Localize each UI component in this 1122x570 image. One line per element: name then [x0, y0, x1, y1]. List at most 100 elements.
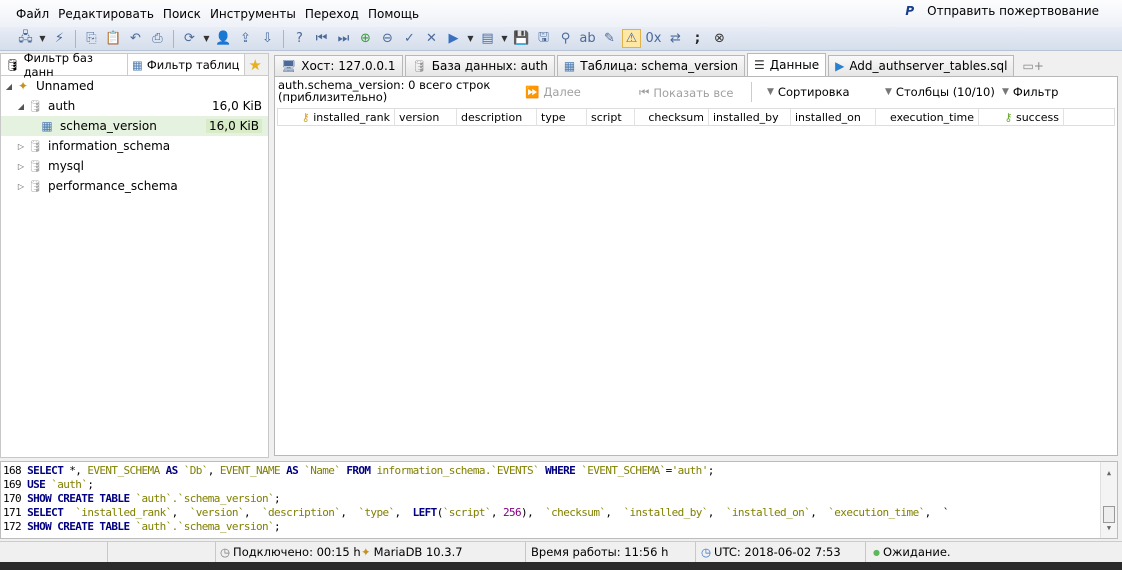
dropdown-arrow-icon[interactable]: ▼	[202, 29, 211, 48]
menu-help[interactable]: Помощь	[368, 7, 419, 21]
tab-query[interactable]: ▶ Add_authserver_tables.sql	[828, 55, 1015, 76]
replace-icon[interactable]: ab	[578, 29, 597, 48]
next-button[interactable]: ⏩ Далее	[525, 85, 581, 99]
edit-icon[interactable]: ✎	[600, 29, 619, 48]
column-header-checksum[interactable]: checksum	[635, 108, 709, 126]
session-manager-icon[interactable]: 🖧	[16, 29, 35, 48]
sql-log[interactable]: 168 SELECT *, EVENT_SCHEMA AS `Db`, EVEN…	[0, 461, 1118, 539]
sql-token: `execution_time`	[828, 506, 925, 519]
help-icon[interactable]: ?	[290, 29, 309, 48]
tab-host[interactable]: 🖥 Хост: 127.0.0.1	[274, 55, 403, 76]
export-icon[interactable]: ⇪	[236, 29, 255, 48]
undo-icon[interactable]: ↶	[126, 29, 145, 48]
copy-icon[interactable]: ⎘	[82, 29, 101, 48]
tree-item-label: performance_schema	[48, 179, 178, 193]
tab-data[interactable]: ☰ Данные	[747, 53, 827, 76]
sql-token: `checksum`	[545, 506, 606, 519]
column-header-success[interactable]: ⚷ success	[979, 108, 1064, 126]
server-icon: ✦	[17, 79, 29, 93]
dropdown-arrow-icon[interactable]: ▼	[500, 29, 509, 48]
column-header-version[interactable]: version	[395, 108, 457, 126]
collapsed-arrow-icon[interactable]: ▷	[15, 142, 27, 151]
menu-bar: Файл Редактировать Поиск Инструменты Пер…	[0, 0, 1122, 27]
run-icon[interactable]: ▶	[444, 29, 463, 48]
delete-row-icon[interactable]: ⊖	[378, 29, 397, 48]
paypal-icon: P	[905, 4, 915, 18]
dropdown-arrow-icon[interactable]: ▼	[38, 29, 47, 48]
column-header-description[interactable]: description	[457, 108, 537, 126]
tree-item-unnamed[interactable]: ◢ ✦ Unnamed	[1, 76, 268, 96]
column-header-installed-rank[interactable]: ⚷ installed_rank	[278, 108, 395, 126]
column-header-type[interactable]: type	[537, 108, 587, 126]
favorites-button[interactable]: ★	[244, 54, 268, 75]
save-icon[interactable]: 💾	[512, 29, 531, 48]
tab-label: База данных: auth	[431, 59, 548, 73]
menu-goto[interactable]: Переход	[305, 7, 359, 21]
log-scrollbar[interactable]: ▲ ▼	[1100, 462, 1117, 538]
column-header-installed-by[interactable]: installed_by	[709, 108, 791, 126]
tree-item-schema-version[interactable]: ▦ schema_version 16,0 KiB	[1, 116, 268, 136]
save-as-icon[interactable]: 🖫	[534, 29, 553, 48]
donate-button[interactable]: P Отправить пожертвование	[905, 4, 1108, 18]
filter-tables-input[interactable]: ▦ Фильтр таблиц	[127, 54, 245, 75]
post-icon[interactable]: ✓	[400, 29, 419, 48]
column-header-installed-on[interactable]: installed_on	[791, 108, 876, 126]
print-icon[interactable]: ⎙	[148, 29, 167, 48]
tab-database[interactable]: 🛢 База данных: auth	[404, 55, 555, 76]
wrap-icon[interactable]: ⇄	[666, 29, 685, 48]
new-query-tab-button[interactable]: ▭+	[1016, 59, 1049, 76]
menu-tools[interactable]: Инструменты	[210, 7, 296, 21]
toolbar-separator	[173, 29, 174, 48]
binary-icon[interactable]: 0x	[644, 29, 663, 48]
triangle-down-icon: ▼	[1002, 87, 1009, 97]
columns-button[interactable]: ▼ Столбцы (10/10)	[885, 85, 995, 99]
host-icon: 🖥	[281, 59, 297, 73]
cancel-icon[interactable]: ✕	[422, 29, 441, 48]
tree-item-information-schema[interactable]: ▷ 🛢 information_schema	[1, 136, 268, 156]
find-icon[interactable]: ⚲	[556, 29, 575, 48]
filter-databases-input[interactable]: 🛢 Фильтр баз данн	[1, 51, 128, 79]
menu-search[interactable]: Поиск	[163, 7, 201, 21]
dropdown-arrow-icon[interactable]: ▼	[466, 29, 475, 48]
tree-item-label: Unnamed	[36, 79, 95, 93]
collapsed-arrow-icon[interactable]: ▷	[15, 182, 27, 191]
last-icon[interactable]: ⏭	[334, 29, 353, 48]
server-icon: ✦	[361, 545, 371, 559]
tree-item-mysql[interactable]: ▷ 🛢 mysql	[1, 156, 268, 176]
paste-icon[interactable]: 📋	[104, 29, 123, 48]
sql-token: ,	[207, 464, 220, 477]
refresh-icon[interactable]: ⟳	[180, 29, 199, 48]
expanded-arrow-icon[interactable]: ◢	[3, 82, 15, 91]
warning-icon[interactable]: ⚠	[622, 29, 641, 48]
expanded-arrow-icon[interactable]: ◢	[15, 102, 27, 111]
sql-token: `auth`.`schema_version`	[135, 520, 275, 533]
add-row-icon[interactable]: ⊕	[356, 29, 375, 48]
donate-label: Отправить пожертвование	[927, 4, 1099, 18]
snippet-icon[interactable]: ▤	[478, 29, 497, 48]
first-icon[interactable]: ⏮	[312, 29, 331, 48]
sql-token: 172	[3, 520, 28, 533]
collapsed-arrow-icon[interactable]: ▷	[15, 162, 27, 171]
user-manager-icon[interactable]: 👤	[214, 29, 233, 48]
filter-button[interactable]: ▼ Фильтр	[1002, 85, 1058, 99]
key-icon: ⚷	[301, 110, 310, 124]
semicolon-icon[interactable]: ;	[688, 29, 707, 48]
column-header-execution-time[interactable]: execution_time	[876, 108, 979, 126]
stop-icon[interactable]: ⊗	[710, 29, 729, 48]
menu-file[interactable]: Файл	[16, 7, 49, 21]
sort-button[interactable]: ▼ Сортировка	[767, 85, 850, 99]
tree-item-performance-schema[interactable]: ▷ 🛢 performance_schema	[1, 176, 268, 196]
connect-icon[interactable]: ⚡	[50, 29, 69, 48]
sql-token: 169	[3, 478, 28, 491]
import-icon[interactable]: ⇩	[258, 29, 277, 48]
column-header-script[interactable]: script	[587, 108, 635, 126]
tab-table[interactable]: ▦ Таблица: schema_version	[556, 55, 746, 76]
scroll-up-icon: ▲	[1106, 469, 1112, 477]
sql-token: ;	[87, 478, 94, 491]
database-icon: 🛢	[27, 99, 43, 113]
status-connected: ◷ Подключено: 00:15 h	[220, 545, 361, 559]
status-dot-icon: ●	[873, 547, 880, 557]
menu-edit[interactable]: Редактировать	[58, 7, 154, 21]
show-all-button[interactable]: ⏮ Показать все	[639, 85, 734, 100]
tree-item-auth[interactable]: ◢ 🛢 auth 16,0 KiB	[1, 96, 268, 116]
